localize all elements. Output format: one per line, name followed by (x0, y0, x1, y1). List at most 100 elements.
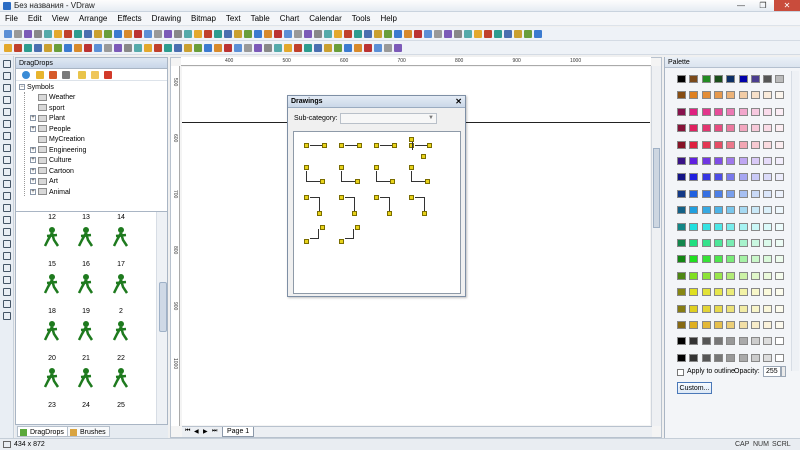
toolbar-tool-icon[interactable] (294, 44, 302, 52)
toolbar-tool-icon[interactable] (264, 30, 272, 38)
menu-arrange[interactable]: Arrange (74, 12, 112, 26)
toolbar-tool-icon[interactable] (324, 44, 332, 52)
prev-page-button[interactable]: ◀ (194, 428, 199, 435)
color-swatch[interactable] (726, 140, 736, 149)
color-swatch[interactable] (763, 337, 773, 346)
color-swatch[interactable] (713, 255, 723, 264)
connector-shape[interactable] (337, 138, 365, 160)
color-swatch[interactable] (763, 239, 773, 247)
drawing-tool-icon[interactable] (3, 228, 11, 236)
toolbar-tool-icon[interactable] (314, 44, 322, 52)
color-swatch[interactable] (701, 173, 711, 182)
shapes-scroll-thumb[interactable] (159, 282, 167, 332)
toolbar-tool-icon[interactable] (494, 30, 502, 38)
color-swatch[interactable] (677, 337, 686, 346)
color-swatch[interactable] (677, 75, 686, 83)
color-swatch[interactable] (701, 337, 711, 346)
color-swatch[interactable] (701, 222, 711, 231)
color-swatch[interactable] (738, 321, 748, 329)
color-swatch[interactable] (763, 75, 773, 83)
color-swatch[interactable] (775, 353, 785, 362)
color-swatch[interactable] (763, 206, 773, 215)
toolbar-tool-icon[interactable] (174, 30, 182, 38)
tree-item[interactable]: + Animal (30, 188, 70, 198)
toolbar-tool-icon[interactable] (74, 30, 82, 38)
drawing-tool-icon[interactable] (3, 144, 11, 152)
color-swatch[interactable] (713, 75, 723, 83)
color-swatch[interactable] (775, 157, 785, 165)
tree-item[interactable]: Weather (30, 93, 75, 103)
color-swatch[interactable] (689, 140, 699, 149)
toolbar-tool-icon[interactable] (364, 44, 372, 52)
color-swatch[interactable] (689, 157, 699, 165)
color-swatch[interactable] (738, 157, 748, 165)
folder-icon[interactable] (91, 71, 99, 79)
drawing-tool-icon[interactable] (3, 192, 11, 200)
color-swatch[interactable] (713, 271, 723, 280)
tree-item[interactable]: + Culture (30, 156, 72, 166)
tree-item[interactable]: MyCreation (30, 135, 85, 145)
drawing-tool-icon[interactable] (3, 156, 11, 164)
toolbar-tool-icon[interactable] (84, 44, 92, 52)
library-icon[interactable] (49, 71, 57, 79)
color-swatch[interactable] (775, 288, 785, 297)
toolbar-tool-icon[interactable] (214, 30, 222, 38)
toolbar-tool-icon[interactable] (464, 30, 472, 38)
toolbar-tool-icon[interactable] (54, 30, 62, 38)
color-swatch[interactable] (738, 107, 748, 116)
expand-icon[interactable]: + (30, 146, 36, 153)
color-swatch[interactable] (750, 255, 760, 264)
toolbar-tool-icon[interactable] (184, 30, 192, 38)
color-swatch[interactable] (701, 157, 711, 165)
color-swatch[interactable] (677, 222, 686, 231)
color-swatch[interactable] (713, 107, 723, 116)
toolbar-tool-icon[interactable] (204, 44, 212, 52)
color-swatch[interactable] (677, 271, 686, 280)
toolbar-tool-icon[interactable] (224, 44, 232, 52)
color-swatch[interactable] (689, 304, 699, 313)
color-swatch[interactable] (726, 337, 736, 346)
color-swatch[interactable] (713, 124, 723, 133)
color-swatch[interactable] (677, 157, 686, 165)
toolbar-tool-icon[interactable] (4, 30, 12, 38)
menu-effects[interactable]: Effects (112, 12, 146, 26)
page-tab[interactable]: Page 1 (222, 427, 255, 437)
toolbar-tool-icon[interactable] (474, 30, 482, 38)
color-swatch[interactable] (701, 140, 711, 149)
toolbar-tool-icon[interactable] (434, 30, 442, 38)
color-swatch[interactable] (713, 353, 723, 362)
toolbar-tool-icon[interactable] (144, 44, 152, 52)
sport-figure-icon[interactable] (42, 367, 62, 389)
toolbar-tool-icon[interactable] (384, 30, 392, 38)
color-swatch[interactable] (726, 91, 736, 100)
color-swatch[interactable] (763, 222, 773, 231)
last-page-button[interactable]: ⏭ (212, 428, 217, 435)
toolbar-tool-icon[interactable] (274, 44, 282, 52)
toolbar-tool-icon[interactable] (354, 44, 362, 52)
color-swatch[interactable] (689, 75, 699, 83)
color-swatch[interactable] (775, 239, 785, 247)
color-swatch[interactable] (701, 91, 711, 100)
toolbar-tool-icon[interactable] (24, 44, 32, 52)
toolbar-tool-icon[interactable] (174, 44, 182, 52)
toolbar-tool-icon[interactable] (324, 30, 332, 38)
color-swatch[interactable] (750, 337, 760, 346)
toolbar-tool-icon[interactable] (504, 30, 512, 38)
globe-icon[interactable] (22, 71, 30, 79)
color-swatch[interactable] (750, 124, 760, 133)
color-swatch[interactable] (689, 222, 699, 231)
color-swatch[interactable] (775, 206, 785, 215)
menu-table[interactable]: Table (246, 12, 275, 26)
toolbar-tool-icon[interactable] (224, 30, 232, 38)
toolbar-tool-icon[interactable] (514, 30, 522, 38)
color-swatch[interactable] (726, 107, 736, 116)
expand-icon[interactable]: + (30, 115, 36, 122)
toolbar-tool-icon[interactable] (124, 30, 132, 38)
toolbar-tool-icon[interactable] (154, 30, 162, 38)
toolbar-tool-icon[interactable] (264, 44, 272, 52)
menu-chart[interactable]: Chart (275, 12, 305, 26)
apply-outline-checkbox[interactable] (677, 369, 684, 376)
color-swatch[interactable] (713, 239, 723, 247)
color-swatch[interactable] (775, 173, 785, 182)
color-swatch[interactable] (775, 107, 785, 116)
